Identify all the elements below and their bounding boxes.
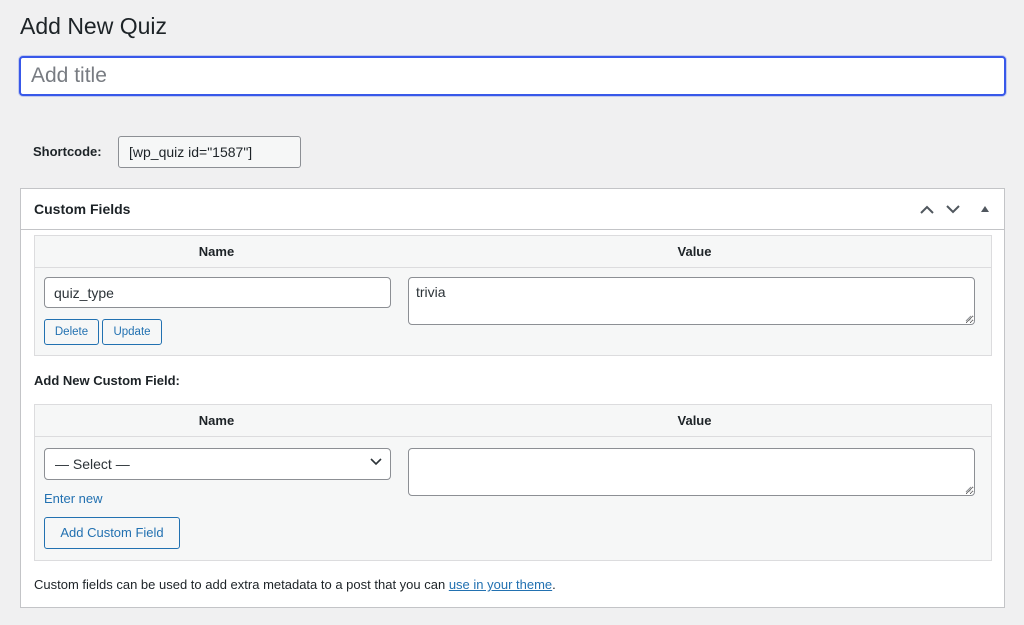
delete-button[interactable]: Delete [44, 319, 99, 345]
chevron-down-icon[interactable] [943, 199, 963, 219]
custom-fields-help-text: Custom fields can be used to add extra m… [34, 577, 556, 592]
custom-fields-metabox: Custom Fields Name Value Delete Update t… [20, 188, 1005, 608]
table-header: Name Value [35, 236, 991, 268]
post-title-input[interactable] [19, 56, 1006, 96]
page-title: Add New Quiz [20, 13, 168, 39]
help-text-prefix: Custom fields can be used to add extra m… [34, 577, 449, 592]
column-header-value: Value [677, 413, 712, 428]
resize-grip-icon[interactable] [965, 315, 972, 322]
update-button[interactable]: Update [102, 319, 162, 345]
new-custom-field-value-textarea[interactable] [408, 448, 975, 496]
custom-field-key-select[interactable]: — Select — [44, 448, 391, 480]
triangle-up-icon[interactable] [975, 199, 995, 219]
resize-grip-icon[interactable] [965, 486, 972, 493]
shortcode-label: Shortcode: [33, 144, 102, 159]
shortcode-field[interactable]: [wp_quiz id="1587"] [118, 136, 301, 168]
column-header-name: Name [198, 244, 235, 259]
column-header-name: Name [198, 413, 235, 428]
metabox-title: Custom Fields [34, 201, 131, 217]
chevron-up-icon[interactable] [917, 199, 937, 219]
use-in-your-theme-link[interactable]: use in your theme [449, 577, 552, 592]
select-value: — Select — [55, 456, 130, 472]
add-custom-field-button[interactable]: Add Custom Field [44, 517, 180, 549]
help-text-suffix: . [552, 577, 556, 592]
add-new-custom-field-label: Add New Custom Field: [34, 373, 180, 388]
custom-field-value-text: trivia [416, 284, 446, 300]
table-header: Name Value [35, 405, 991, 437]
enter-new-link[interactable]: Enter new [44, 491, 103, 506]
metabox-header: Custom Fields [21, 189, 1004, 230]
custom-fields-table: Name Value Delete Update trivia [34, 235, 992, 356]
custom-field-value-textarea[interactable]: trivia [408, 277, 975, 325]
chevron-down-icon [370, 458, 382, 466]
add-custom-field-table: Name Value — Select — Enter new Add Cust… [34, 404, 992, 561]
column-header-value: Value [677, 244, 712, 259]
custom-field-name-input[interactable] [44, 277, 391, 308]
